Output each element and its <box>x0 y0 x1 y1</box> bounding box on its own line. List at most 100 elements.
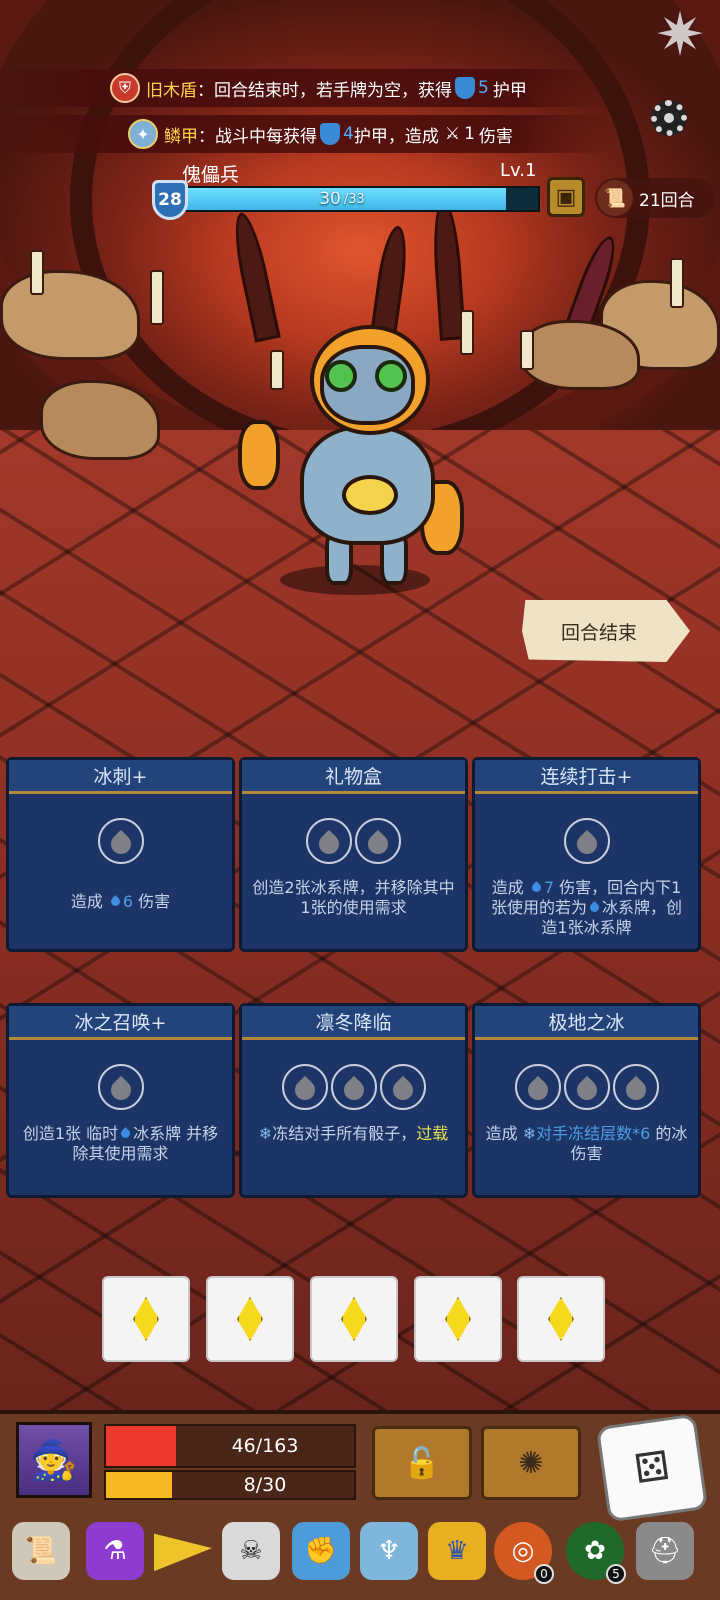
buff-damage-value: 1 <box>464 124 475 144</box>
water-drop-icon <box>379 1064 426 1110</box>
player-hp-fill <box>106 1426 176 1466</box>
buff-banner-scale-armor[interactable]: ✦ 鳞甲 ：战斗中每获得 4 护甲，造成 ⚔ 1 伤害 <box>0 115 610 153</box>
card-combo-strike[interactable]: 连续打击+ 造成 7 伤害，回合内下1张使用的若为 冰系牌，创造1张冰系牌 <box>472 757 701 952</box>
card-desc-text: 造成 <box>70 892 108 911</box>
card-cost <box>9 1064 232 1110</box>
puppet-soldier-enemy[interactable] <box>230 315 470 605</box>
dice-slot[interactable] <box>102 1276 190 1362</box>
player-avatar[interactable]: 🧙 <box>16 1422 92 1498</box>
card-cost <box>242 818 465 864</box>
snowflake-icon: ❄ <box>522 1124 537 1143</box>
card-damage-value: 6 <box>122 892 134 911</box>
buff-armor-value: 4 <box>343 124 354 144</box>
card-title: 凛冬降临 <box>242 1006 465 1040</box>
card-desc-text: 冻结对手所有骰子， <box>272 1124 417 1143</box>
card-ice-summon[interactable]: 冰之召唤+ 创造1张 临时 冰系牌 并移除其使用需求 <box>6 1003 235 1198</box>
player-hp-text: 46/163 <box>231 1435 299 1457</box>
relic-count: 5 <box>606 1564 626 1584</box>
potion-flask-icon[interactable]: ⚗ <box>86 1522 144 1580</box>
buff-text-mid: 护甲，造成 <box>353 126 439 147</box>
card-keyword: 过载 <box>416 1124 449 1143</box>
buff-banner-old-wooden-shield[interactable]: ⛨ 旧木盾 ：回合结束时，若手牌为空，获得 5 护甲 <box>0 69 610 107</box>
card-cost <box>475 1064 698 1110</box>
roll-dice-button[interactable]: ⚄ <box>595 1413 709 1523</box>
iron-helmet-icon[interactable]: ⛑ <box>636 1522 694 1580</box>
card-description: 造成 ❄对手冻结层数*6 的冰伤害 <box>485 1124 688 1164</box>
yellow-diamond-icon <box>133 1297 159 1341</box>
settings-gear-icon[interactable] <box>651 100 687 136</box>
monster-belly-eye <box>342 475 398 515</box>
horn-cornucopia-icon[interactable]: ♆ <box>360 1522 418 1580</box>
card-title: 冰刺+ <box>9 760 232 794</box>
horned-skull-icon[interactable]: ☠ <box>222 1522 280 1580</box>
dice-slot[interactable] <box>206 1276 294 1362</box>
water-drop-icon <box>281 1064 328 1110</box>
card-description: 创造1张 临时 冰系牌 并移除其使用需求 <box>19 1124 222 1164</box>
cheese-wedge-icon[interactable] <box>154 1533 212 1572</box>
scale-armor-icon: ✦ <box>128 119 158 149</box>
scroll-turn-icon: 📜 <box>597 180 633 216</box>
player-hud: 🧙 46/163 8/30 🔓 ✺ ⚄ 📜 ⚗ ☠ ✊ ♆ ♛ ◎ 0 ✿ 5 ⛑ <box>0 1410 720 1600</box>
enemy-level: Lv.1 <box>500 160 537 181</box>
card-damage-value: 7 <box>543 878 554 897</box>
water-drop-icon <box>588 901 601 914</box>
candle <box>30 250 44 295</box>
card-gift-box[interactable]: 礼物盒 创造2张冰系牌，并移除其中1张的使用需求 <box>239 757 468 952</box>
yellow-diamond-icon <box>237 1297 263 1341</box>
card-desc-text: 伤害 <box>133 892 171 911</box>
card-title: 极地之冰 <box>475 1006 698 1040</box>
dice-slot[interactable] <box>517 1276 605 1362</box>
player-energy-bar: 8/30 <box>104 1470 356 1500</box>
water-drop-icon <box>563 1064 610 1110</box>
green-wreath-icon[interactable]: ✿ 5 <box>566 1522 626 1584</box>
buff-text-end: 护甲 <box>492 80 527 101</box>
water-drop-icon <box>529 881 543 894</box>
enemy-hp-max: /33 <box>343 191 365 207</box>
relic-count: 0 <box>534 1564 554 1584</box>
card-cost <box>475 818 698 864</box>
crystal-gauntlet-icon[interactable]: ✊ <box>292 1522 350 1580</box>
water-drop-icon <box>330 1064 377 1110</box>
splash-burst-icon[interactable]: ✺ <box>481 1426 581 1500</box>
enemy-intent-book-icon[interactable]: ▣ <box>547 177 585 217</box>
card-cost <box>242 1064 465 1110</box>
armor-shield-icon <box>455 77 475 99</box>
enemy-armor-badge: 28 <box>152 180 188 220</box>
card-polar-ice[interactable]: 极地之冰 造成 ❄对手冻结层数*6 的冰伤害 <box>472 1003 701 1198</box>
card-winter-falls[interactable]: 凛冬降临 ❄冻结对手所有骰子，过载 <box>239 1003 468 1198</box>
water-drop-icon <box>97 818 144 864</box>
card-description: 创造2张冰系牌，并移除其中1张的使用需求 <box>252 878 455 917</box>
buff-text: ：战斗中每获得 <box>198 126 317 147</box>
monster-eye <box>325 360 357 392</box>
water-drop-icon <box>514 1064 561 1110</box>
dice-slot[interactable] <box>310 1276 398 1362</box>
gold-crown-icon[interactable]: ♛ <box>428 1522 486 1580</box>
turn-counter: 📜 21回合 <box>595 178 715 218</box>
card-cost <box>9 818 232 864</box>
armor-shield-icon <box>320 123 340 145</box>
candle <box>670 258 684 308</box>
card-title: 连续打击+ <box>475 760 698 794</box>
fire-ring-icon[interactable]: ◎ 0 <box>494 1522 554 1584</box>
scroll-icon[interactable]: 📜 <box>12 1522 70 1580</box>
player-energy-fill <box>106 1472 173 1498</box>
sword-icon: ⚔ <box>444 124 461 144</box>
yellow-diamond-icon <box>548 1297 574 1341</box>
enemy-hp-current: 30 <box>319 189 341 209</box>
water-drop-icon <box>109 895 122 908</box>
buff-text: ：回合结束时，若手牌为空，获得 <box>197 80 452 101</box>
card-ice-spike[interactable]: 冰刺+ 造成 6 伤害 <box>6 757 235 952</box>
water-drop-icon <box>612 1064 659 1110</box>
lock-broken-icon[interactable]: 🔓 <box>372 1426 472 1500</box>
dice-slot[interactable] <box>414 1276 502 1362</box>
water-drop-icon <box>97 1064 144 1110</box>
yellow-diamond-icon <box>341 1297 367 1341</box>
card-desc-text: 造成 <box>485 1124 523 1143</box>
card-title: 冰之召唤+ <box>9 1006 232 1040</box>
enemy-hp-bar: 30 /33 <box>180 186 540 212</box>
end-turn-button[interactable]: 回合结束 <box>522 600 690 662</box>
player-hp-bar: 46/163 <box>104 1424 356 1468</box>
relic-bar: 📜 ⚗ ☠ ✊ ♆ ♛ ◎ 0 ✿ 5 ⛑ <box>0 1522 720 1592</box>
monster-eye <box>375 360 407 392</box>
card-keyword: 对手冻结层数*6 <box>536 1124 651 1143</box>
